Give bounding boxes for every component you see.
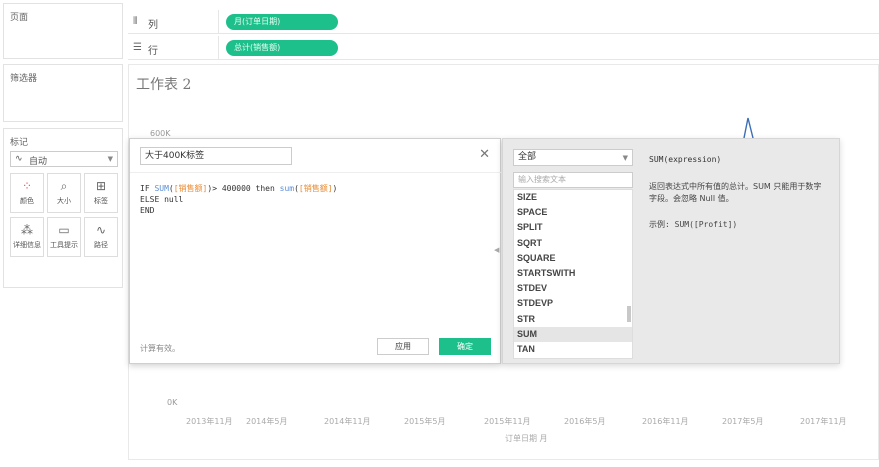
function-item[interactable]: SQUARE <box>514 251 632 266</box>
function-item[interactable]: SIZE <box>514 190 632 205</box>
shelf-divider <box>218 10 219 34</box>
code-field: [销售额] <box>298 184 333 193</box>
filters-panel: 筛选器 <box>3 64 123 122</box>
function-signature: SUM(expression) <box>649 155 722 164</box>
pages-panel: 页面 <box>3 3 123 59</box>
mark-button-0[interactable]: ⁘ 颜色 <box>10 173 44 213</box>
pages-title: 页面 <box>10 13 29 23</box>
mark-button-3[interactable]: ⁂ 详细信息 <box>10 217 44 257</box>
scrollbar-thumb[interactable] <box>627 306 631 322</box>
ok-button[interactable]: 确定 <box>439 338 491 355</box>
function-item[interactable]: STDEVP <box>514 296 632 311</box>
code-text: END <box>140 206 155 215</box>
y-tick-bottom: 0K <box>167 398 178 407</box>
x-axis-label: 订单日期 月 <box>505 434 548 443</box>
code-line: IF SUM([销售额])> 400000 then sum([销售额]) <box>140 183 337 194</box>
apply-button[interactable]: 应用 <box>377 338 429 355</box>
columns-shelf: ⦀ 列 月(订单日期) <box>128 10 879 34</box>
code-text: ELSE null <box>140 195 184 204</box>
rows-label: 行 <box>148 46 158 57</box>
x-tick-label: 2016年5月 <box>564 417 606 426</box>
code-text: IF <box>140 184 155 193</box>
function-search-input[interactable]: 输入搜索文本 <box>513 172 633 188</box>
mark-button-4[interactable]: ▭ 工具提示 <box>47 217 81 257</box>
x-tick-label: 2015年11月 <box>484 417 531 426</box>
marks-title: 标记 <box>10 138 29 148</box>
shelf-divider <box>218 36 219 60</box>
x-tick-label: 2017年5月 <box>722 417 764 426</box>
worksheet-title: 工作表 2 <box>136 77 192 93</box>
mark-button-label: 大小 <box>57 197 71 205</box>
function-item[interactable]: SPACE <box>514 205 632 220</box>
mark-type-dropdown[interactable]: ∿ 自动 ▼ <box>10 151 118 167</box>
mark-button-1[interactable]: ⌕ 大小 <box>47 173 81 213</box>
line-mark-icon: ∿ <box>15 154 23 164</box>
function-description: 返回表达式中所有值的总计。SUM 只能用于数字字段。会忽略 Null 值。 <box>649 182 822 203</box>
detail-icon: ⁂ <box>21 223 33 237</box>
x-tick-label: 2015年5月 <box>404 417 446 426</box>
calculation-dialog: 大于400K标签 ✕ IF SUM([销售额])> 400000 then su… <box>129 138 502 364</box>
line-series <box>743 117 754 139</box>
columns-label: 列 <box>148 20 158 31</box>
code-function: SUM <box>154 184 169 193</box>
code-line: ELSE null <box>140 194 337 205</box>
tooltip-icon: ▭ <box>58 223 70 237</box>
function-item[interactable]: SQRT <box>514 236 632 251</box>
code-function: sum <box>279 184 295 193</box>
rows-pill[interactable]: 总计(销售额) <box>226 40 338 56</box>
x-tick-label: 2016年11月 <box>642 417 689 426</box>
function-item[interactable]: TAN <box>514 342 632 357</box>
x-tick-label: 2014年5月 <box>246 417 288 426</box>
filters-title: 筛选器 <box>10 74 38 84</box>
function-item[interactable]: STDEV <box>514 281 632 296</box>
rows-icon: ☰ <box>133 42 142 53</box>
dots-icon: ⁘ <box>21 179 33 193</box>
function-category-dropdown[interactable]: 全部 ▼ <box>513 149 633 166</box>
function-example: 示例: SUM([Profit]) <box>649 220 738 229</box>
divider <box>130 172 502 173</box>
x-tick-label: 2017年11月 <box>800 417 847 426</box>
columns-pill[interactable]: 月(订单日期) <box>226 14 338 30</box>
mark-button-label: 工具提示 <box>50 241 78 249</box>
mark-button-2[interactable]: ⊞ 标签 <box>84 173 118 213</box>
function-list: SIZE SPACE SPLIT SQRT SQUARE STARTSWITH STDEV S… <box>513 189 633 359</box>
chevron-down-icon: ▼ <box>622 154 628 162</box>
function-panel: 全部 ▼ 输入搜索文本 SIZE SPACE SPLIT SQRT SQUARE STAR… <box>502 138 840 364</box>
columns-icon: ⦀ <box>133 16 138 27</box>
mark-type-value: 自动 <box>29 157 48 167</box>
function-item[interactable]: STARTSWITH <box>514 266 632 281</box>
marks-panel: 标记 ∿ 自动 ▼ ⁘ 颜色 ⌕ 大小 ⊞ 标签 ⁂ 详细信息 ▭ 工具提示 ∿ 路径 <box>3 128 123 288</box>
calc-name-input[interactable]: 大于400K标签 <box>140 147 292 165</box>
code-line: END <box>140 205 337 216</box>
y-tick-top: 600K <box>150 129 171 138</box>
code-field: [销售额] <box>173 184 208 193</box>
function-item[interactable]: SPLIT <box>514 220 632 235</box>
chevron-down-icon: ▼ <box>107 155 113 163</box>
mark-button-label: 路径 <box>94 241 108 249</box>
code-text: )> 400000 then <box>207 184 280 193</box>
function-item[interactable]: STR <box>514 312 632 327</box>
formula-editor[interactable]: IF SUM([销售额])> 400000 then sum([销售额]) ELS… <box>140 183 337 216</box>
calc-status: 计算有效。 <box>140 344 180 353</box>
path-icon: ∿ <box>95 223 107 237</box>
mark-button-label: 详细信息 <box>13 241 41 249</box>
function-item[interactable]: SUM <box>514 326 632 342</box>
close-icon[interactable]: ✕ <box>479 147 490 162</box>
size-icon: ⌕ <box>60 179 68 193</box>
collapse-handle-icon[interactable]: ◀ <box>494 246 499 254</box>
code-text: ) <box>332 184 338 193</box>
mark-button-label: 颜色 <box>20 197 34 205</box>
category-value: 全部 <box>518 152 537 162</box>
x-tick-label: 2014年11月 <box>324 417 371 426</box>
mark-button-5[interactable]: ∿ 路径 <box>84 217 118 257</box>
label-icon: ⊞ <box>95 179 107 193</box>
mark-button-label: 标签 <box>94 197 108 205</box>
x-tick-label: 2013年11月 <box>186 417 233 426</box>
rows-shelf: ☰ 行 总计(销售额) <box>128 36 879 60</box>
